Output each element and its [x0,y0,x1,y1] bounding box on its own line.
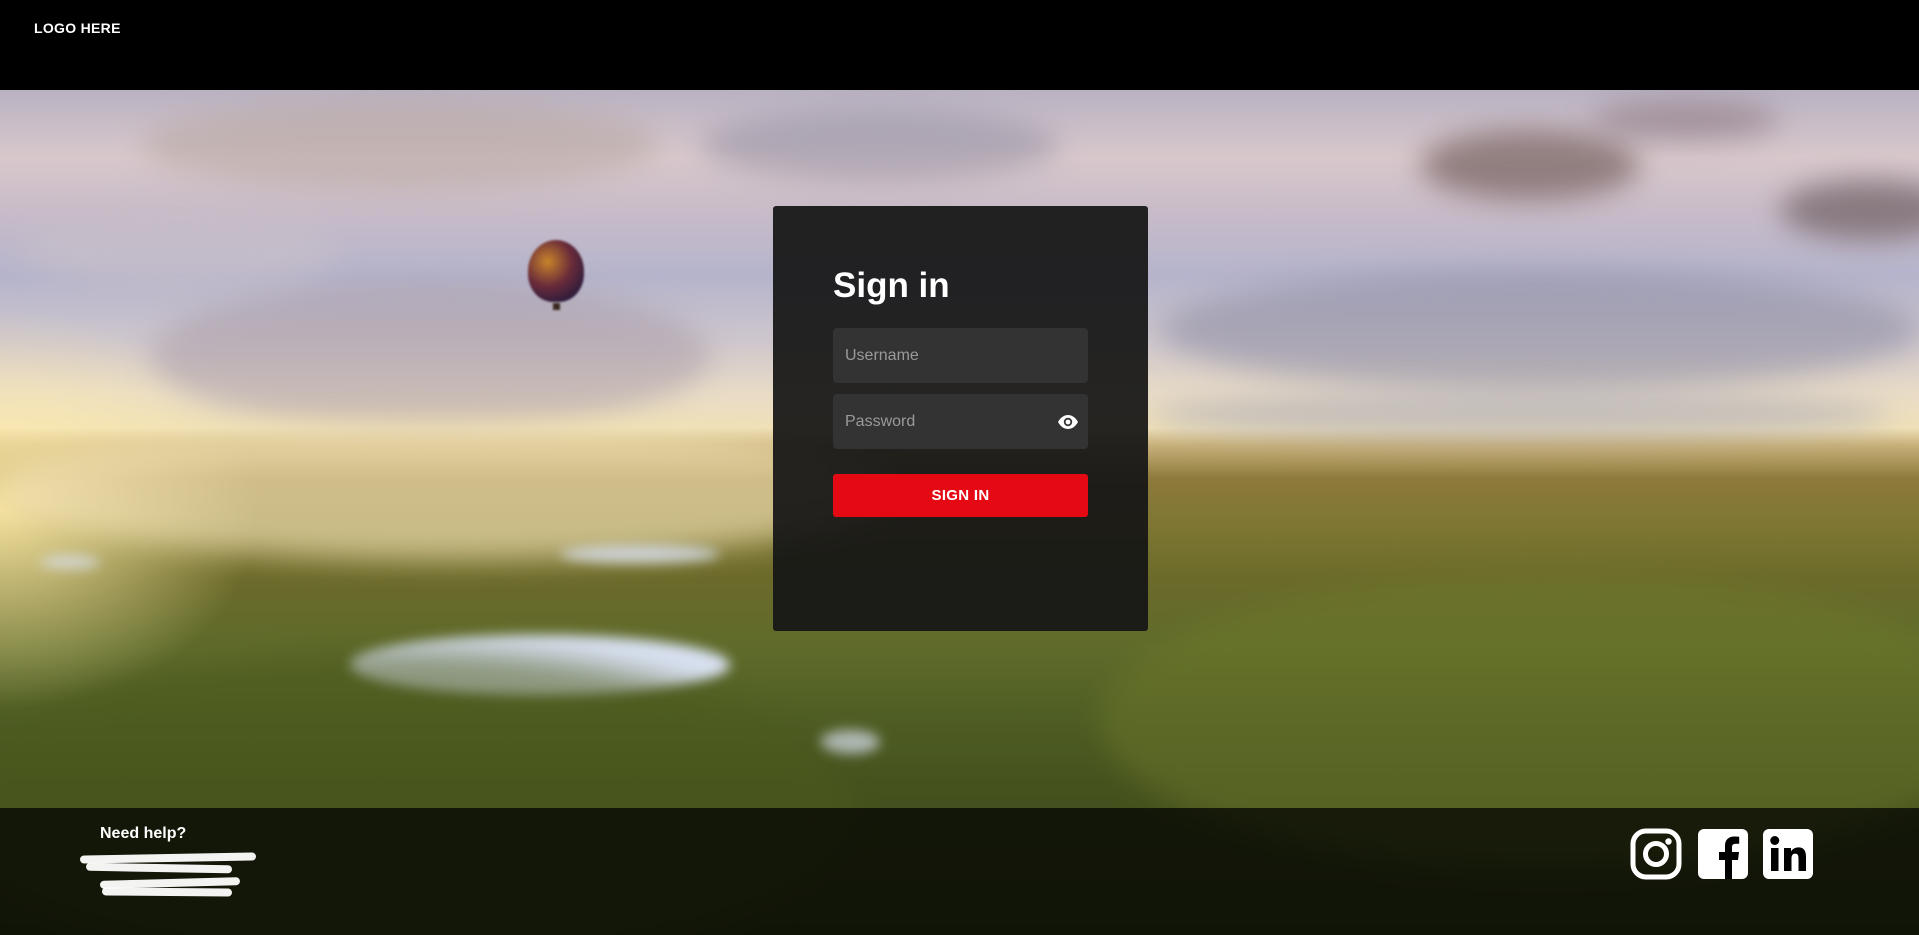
username-input[interactable] [833,328,1088,383]
password-field [833,394,1088,449]
username-field [833,328,1088,383]
cloud [700,110,1060,180]
cloud [140,100,660,190]
facebook-icon[interactable] [1697,828,1749,880]
sign-in-button[interactable]: SIGN IN [833,474,1088,517]
eye-icon[interactable] [1056,411,1080,433]
balloon-basket [553,303,560,310]
cloud [1780,180,1919,240]
instagram-icon[interactable] [1630,828,1682,880]
lake [40,555,100,569]
footer: Need help? [0,808,1919,935]
logo[interactable]: LOGO HERE [34,20,121,36]
cloud [1590,100,1780,140]
redacted-contact [79,852,257,864]
cloud [1420,130,1640,200]
cloud [1150,390,1890,440]
lake [560,545,720,563]
login-title: Sign in [833,266,950,305]
cloud [150,280,710,430]
cloud [1160,270,1919,390]
lake [820,730,880,754]
redacted-contact [85,862,233,874]
cloud [20,210,340,290]
top-bar: LOGO HERE [0,0,1919,90]
cloud [0,420,900,560]
password-input[interactable] [833,394,1088,449]
help-title: Need help? [100,825,187,842]
login-card: Sign in SIGN IN [773,206,1148,631]
hot-air-balloon [528,240,584,302]
linkedin-icon[interactable] [1762,828,1814,880]
redacted-contact [101,887,233,897]
